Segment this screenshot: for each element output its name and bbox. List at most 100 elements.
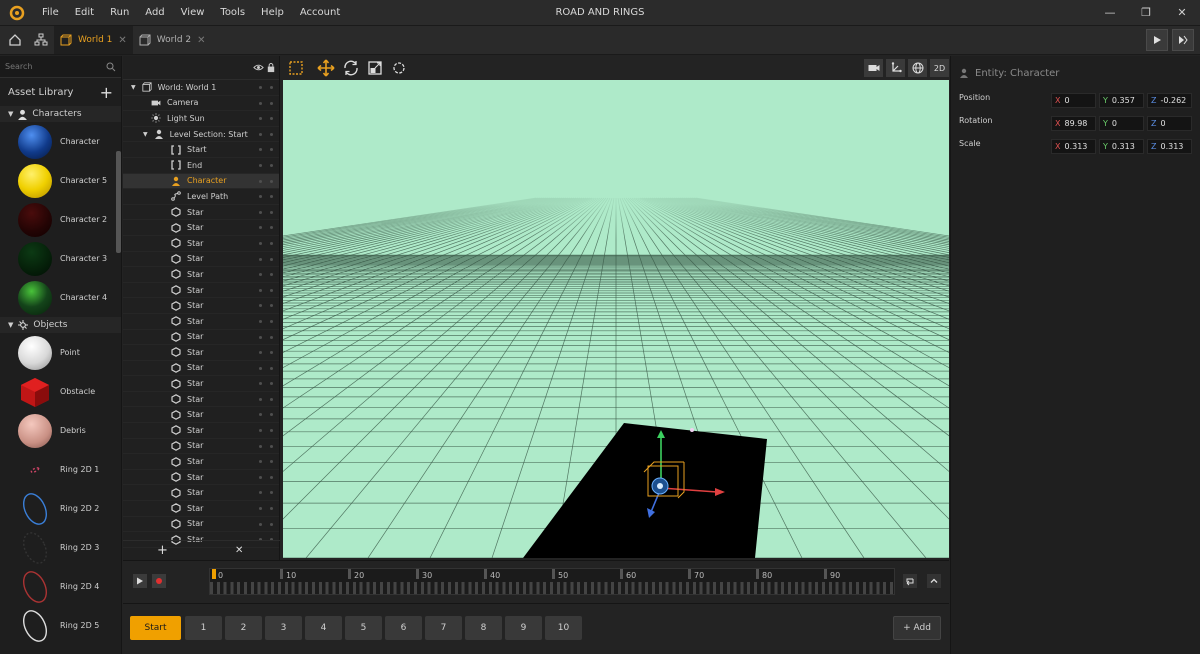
playhead[interactable]	[212, 569, 216, 579]
tab-world-1[interactable]: World 1 ✕	[54, 26, 133, 54]
outliner-row[interactable]: Character	[123, 173, 279, 190]
outliner-row[interactable]: Star	[123, 376, 279, 392]
visibility-dot-icon[interactable]	[259, 475, 262, 479]
visibility-dot-icon[interactable]	[259, 117, 262, 121]
play-from-start-button[interactable]	[1172, 29, 1194, 51]
visibility-dot-icon[interactable]	[259, 257, 262, 261]
lock-dot-icon[interactable]	[270, 226, 273, 230]
visibility-dot-icon[interactable]	[259, 226, 262, 230]
visibility-dot-icon[interactable]	[259, 382, 262, 386]
visibility-icon[interactable]	[253, 62, 264, 76]
timeline-play-button[interactable]	[133, 574, 147, 588]
lock-dot-icon[interactable]	[270, 241, 273, 245]
collapse-timeline-button[interactable]	[927, 574, 941, 588]
asset-item[interactable]: Character 5	[0, 161, 121, 200]
visibility-dot-icon[interactable]	[259, 522, 262, 526]
visibility-dot-icon[interactable]	[259, 210, 262, 214]
home-icon[interactable]	[2, 26, 28, 54]
visibility-dot-icon[interactable]	[259, 163, 262, 167]
select-tool-icon[interactable]	[286, 58, 306, 78]
visibility-dot-icon[interactable]	[259, 351, 262, 355]
asset-scrollbar[interactable]	[116, 151, 121, 253]
axis-gizmo-icon[interactable]	[886, 59, 905, 77]
asset-item[interactable]: Character 2	[0, 200, 121, 239]
visibility-dot-icon[interactable]	[259, 413, 262, 417]
outliner-row[interactable]: Star	[123, 314, 279, 330]
lock-dot-icon[interactable]	[270, 304, 273, 308]
outliner-row[interactable]: Star	[123, 501, 279, 517]
expand-triangle-icon[interactable]: ▼	[8, 110, 13, 118]
menu-run[interactable]: Run	[102, 0, 137, 25]
outliner-row[interactable]: Star	[123, 423, 279, 439]
level-start-button[interactable]: Start	[130, 616, 181, 640]
level-4-button[interactable]: 4	[305, 616, 342, 640]
visibility-dot-icon[interactable]	[259, 101, 262, 105]
position-y-field[interactable]: Y 0.357	[1099, 93, 1144, 108]
outliner-row[interactable]: Star	[123, 361, 279, 377]
asset-item[interactable]: Ring 2D 4	[0, 567, 121, 606]
search-input[interactable]	[5, 62, 106, 71]
position-x-field[interactable]: X0	[1051, 93, 1096, 108]
visibility-dot-icon[interactable]	[259, 366, 262, 370]
lock-dot-icon[interactable]	[270, 444, 273, 448]
menu-view[interactable]: View	[173, 0, 213, 25]
level-8-button[interactable]: 8	[465, 616, 502, 640]
visibility-dot-icon[interactable]	[259, 241, 262, 245]
visibility-dot-icon[interactable]	[259, 429, 262, 433]
visibility-dot-icon[interactable]	[259, 319, 262, 323]
outliner-row[interactable]: Camera	[123, 96, 279, 112]
lock-dot-icon[interactable]	[270, 491, 273, 495]
outliner-row[interactable]: Star	[123, 267, 279, 283]
add-entity-icon[interactable]: +	[157, 543, 168, 558]
level-3-button[interactable]: 3	[265, 616, 302, 640]
outliner-row[interactable]: Star	[123, 407, 279, 424]
lock-dot-icon[interactable]	[270, 101, 273, 105]
close-tab-icon[interactable]: ✕	[197, 35, 205, 46]
outliner-row[interactable]: Start	[123, 142, 279, 158]
asset-item[interactable]: Obstacle	[0, 372, 121, 411]
expand-triangle-icon[interactable]: ▼	[8, 321, 13, 329]
lock-dot-icon[interactable]	[270, 132, 273, 136]
lock-dot-icon[interactable]	[270, 117, 273, 121]
outliner-row[interactable]: Star	[123, 470, 279, 486]
outliner-row[interactable]: Star	[123, 485, 279, 502]
lock-dot-icon[interactable]	[270, 413, 273, 417]
visibility-dot-icon[interactable]	[259, 148, 262, 152]
outliner-row[interactable]: Level Path	[123, 189, 279, 205]
outliner-row[interactable]: End	[123, 158, 279, 174]
outliner-row[interactable]: Star	[123, 220, 279, 236]
outliner-row[interactable]: ▼ World: World 1	[123, 80, 279, 96]
search-icon[interactable]	[106, 62, 116, 72]
asset-item[interactable]: Character 4	[0, 278, 121, 317]
add-level-button[interactable]: + Add	[893, 616, 941, 640]
visibility-dot-icon[interactable]	[259, 195, 262, 199]
visibility-dot-icon[interactable]	[259, 335, 262, 339]
outliner-row[interactable]: Star	[123, 283, 279, 299]
lock-dot-icon[interactable]	[270, 475, 273, 479]
rotate-tool-icon[interactable]	[341, 58, 361, 78]
camera-view-icon[interactable]	[864, 59, 883, 77]
position-z-field[interactable]: Z -0.262	[1147, 93, 1192, 108]
visibility-dot-icon[interactable]	[259, 179, 262, 183]
viewport-canvas[interactable]	[283, 80, 949, 558]
outliner-row[interactable]: Star	[123, 392, 279, 408]
level-1-button[interactable]: 1	[185, 616, 222, 640]
lock-dot-icon[interactable]	[270, 335, 273, 339]
visibility-dot-icon[interactable]	[259, 397, 262, 401]
scene-viewport[interactable]	[283, 80, 949, 558]
menu-tools[interactable]: Tools	[212, 0, 253, 25]
level-5-button[interactable]: 5	[345, 616, 382, 640]
level-7-button[interactable]: 7	[425, 616, 462, 640]
scale-z-field[interactable]: Z 0.313	[1147, 139, 1192, 154]
app-logo-icon[interactable]	[0, 0, 34, 25]
add-asset-icon[interactable]: +	[100, 83, 113, 102]
outliner-row[interactable]: Star	[123, 517, 279, 533]
lock-dot-icon[interactable]	[270, 522, 273, 526]
lock-dot-icon[interactable]	[270, 210, 273, 214]
lock-dot-icon[interactable]	[270, 429, 273, 433]
lock-dot-icon[interactable]	[270, 382, 273, 386]
visibility-dot-icon[interactable]	[259, 273, 262, 277]
mode-2d-button[interactable]: 2D	[930, 59, 949, 77]
globe-icon[interactable]	[908, 59, 927, 77]
visibility-dot-icon[interactable]	[259, 507, 262, 511]
